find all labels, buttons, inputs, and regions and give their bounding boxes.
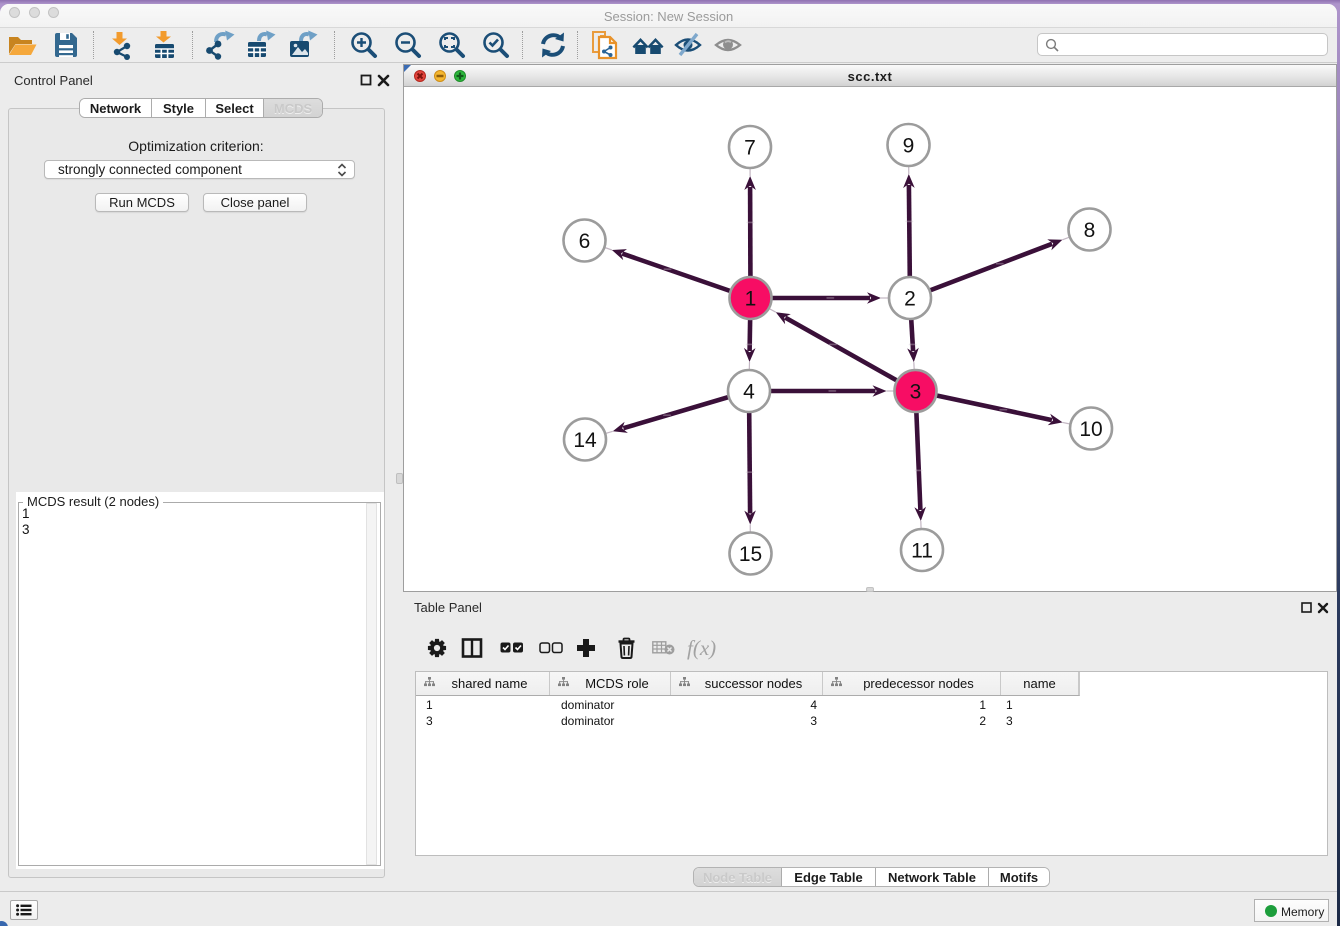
svg-text:3: 3 [910,381,922,404]
svg-text:6: 6 [579,230,591,253]
svg-text:4: 4 [743,381,755,404]
svg-text:2: 2 [904,288,916,311]
svg-text:15: 15 [739,543,762,566]
svg-text:11: 11 [911,540,933,563]
svg-text:8: 8 [1084,219,1096,242]
svg-text:10: 10 [1079,418,1102,441]
svg-text:1: 1 [745,288,757,311]
svg-text:7: 7 [744,137,756,160]
svg-text:9: 9 [903,135,915,158]
svg-text:14: 14 [573,429,597,452]
